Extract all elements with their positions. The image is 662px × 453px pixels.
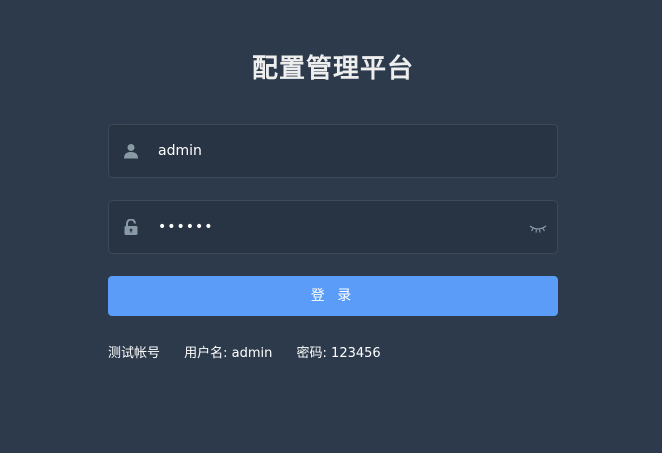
user-icon: [123, 143, 139, 159]
username-input[interactable]: [158, 125, 518, 177]
login-button[interactable]: 登 录: [108, 276, 558, 316]
password-input[interactable]: [158, 201, 518, 253]
tips-label: 测试帐号: [108, 346, 161, 361]
tips-username: 用户名: admin: [184, 346, 273, 361]
tips-password: 密码: 123456: [296, 346, 381, 361]
lock-icon: [123, 218, 139, 235]
eye-closed-icon[interactable]: [529, 220, 547, 234]
test-account-tips: 测试帐号 用户名: admin 密码: 123456: [108, 345, 401, 363]
username-field[interactable]: [108, 124, 558, 178]
page-title: 配置管理平台: [251, 54, 414, 84]
password-field[interactable]: [108, 200, 558, 254]
